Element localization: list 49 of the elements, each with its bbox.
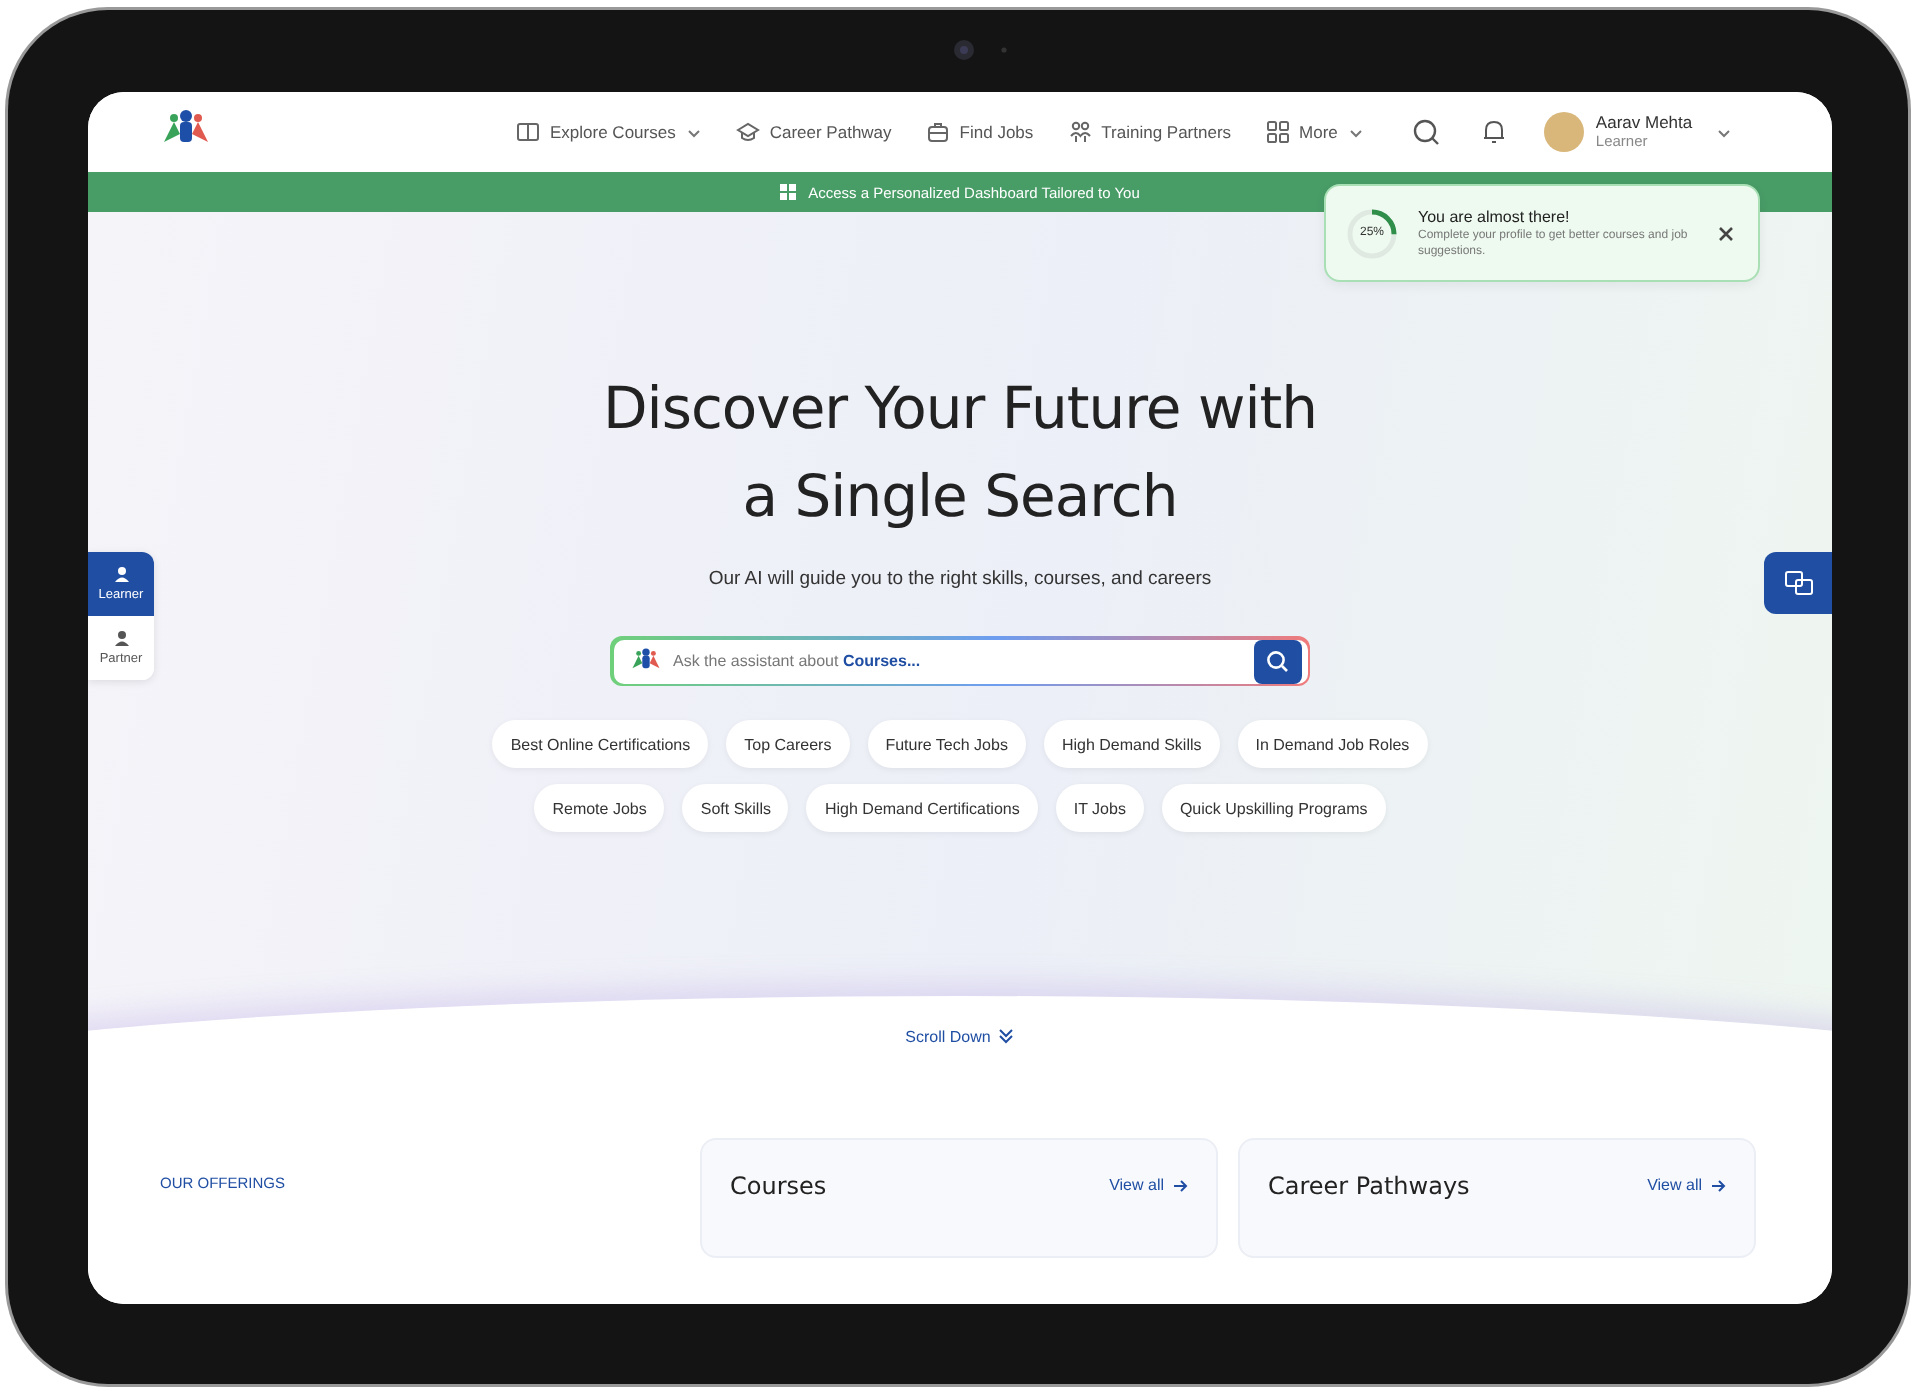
- camera-icon: [948, 34, 1008, 66]
- view-all-link[interactable]: View all: [1109, 1176, 1188, 1194]
- suggestion-chip[interactable]: In Demand Job Roles: [1237, 720, 1428, 768]
- progress-ring: [1346, 207, 1398, 259]
- people-icon: [1067, 120, 1092, 144]
- search-icon: [1266, 650, 1288, 672]
- hero-heading: a Single Search: [740, 460, 1180, 534]
- person-icon: [113, 630, 129, 646]
- nav-link[interactable]: More: [1265, 116, 1364, 148]
- grid-icon: [1265, 120, 1290, 144]
- nav-link[interactable]: Training Partners: [1067, 116, 1232, 148]
- search-button[interactable]: [1253, 639, 1301, 683]
- book-icon: [516, 120, 540, 144]
- suggestion-chip[interactable]: High Demand Certifications: [806, 784, 1038, 832]
- graduation-cap-icon: [735, 120, 760, 144]
- assistant-search-field[interactable]: Ask the assistant about Courses...: [610, 636, 1310, 686]
- bell-icon[interactable]: [1479, 118, 1508, 146]
- suggestion-chip[interactable]: Future Tech Jobs: [867, 720, 1026, 768]
- hero-heading: Discover Your Future with: [602, 372, 1318, 446]
- nav-link[interactable]: Career Pathway: [735, 116, 892, 148]
- briefcase-icon: [925, 120, 950, 144]
- card-title: Courses: [730, 1172, 827, 1200]
- suggestion-chip[interactable]: IT Jobs: [1055, 784, 1144, 832]
- suggestion-chip[interactable]: Quick Upskilling Programs: [1161, 784, 1386, 832]
- search-icon[interactable]: [1411, 118, 1440, 146]
- nav-link[interactable]: Explore Courses: [516, 116, 702, 148]
- arrow-right-icon: [1710, 1177, 1726, 1193]
- suggestion-chip[interactable]: Soft Skills: [682, 784, 789, 832]
- toast-title: You are almost there!: [1418, 206, 1572, 228]
- user-name: Aarav Mehta: [1595, 112, 1693, 132]
- suggestion-chip[interactable]: High Demand Skills: [1043, 720, 1220, 768]
- double-chevron-down-icon: [998, 1028, 1015, 1044]
- chevron-down-icon: [685, 125, 702, 139]
- person-icon: [113, 566, 129, 582]
- nav-link[interactable]: Find Jobs: [925, 116, 1034, 148]
- hero-subtitle: Our AI will guide you to the right skills, courses, and careers: [708, 568, 1212, 590]
- suggestion-chip[interactable]: Remote Jobs: [534, 784, 665, 832]
- card-title: Career Pathways: [1268, 1172, 1470, 1200]
- translate-icon: [1783, 570, 1813, 596]
- translate-button[interactable]: [1764, 552, 1832, 614]
- chevron-down-icon: [1347, 125, 1364, 139]
- close-icon[interactable]: [1718, 225, 1734, 241]
- chevron-down-icon: [1716, 125, 1733, 139]
- arrow-right-icon: [1172, 1177, 1188, 1193]
- view-all-link[interactable]: View all: [1647, 1176, 1726, 1194]
- scroll-down-link[interactable]: Scroll Down: [905, 1024, 1015, 1048]
- dashboard-icon: [780, 184, 797, 200]
- suggestion-chip[interactable]: Best Online Certifications: [492, 720, 709, 768]
- suggestion-chip[interactable]: Top Careers: [726, 720, 850, 768]
